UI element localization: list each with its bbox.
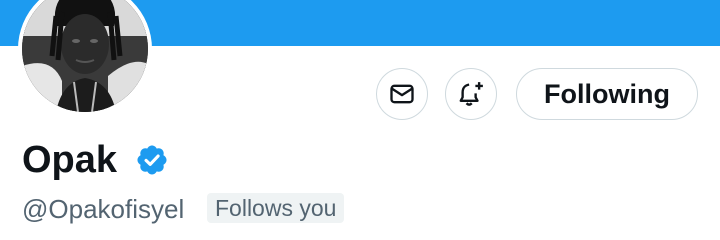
follows-you-badge: Follows you <box>207 193 345 223</box>
message-button[interactable] <box>376 68 428 120</box>
notify-button[interactable] <box>445 68 497 120</box>
verified-badge-icon[interactable] <box>135 143 169 177</box>
user-handle: @Opakofisyel <box>22 194 185 224</box>
display-name: Opak <box>22 139 118 181</box>
envelope-icon <box>390 84 414 104</box>
bell-plus-icon <box>459 82 483 106</box>
following-button[interactable]: Following <box>516 68 698 120</box>
following-label: Following <box>544 78 670 109</box>
